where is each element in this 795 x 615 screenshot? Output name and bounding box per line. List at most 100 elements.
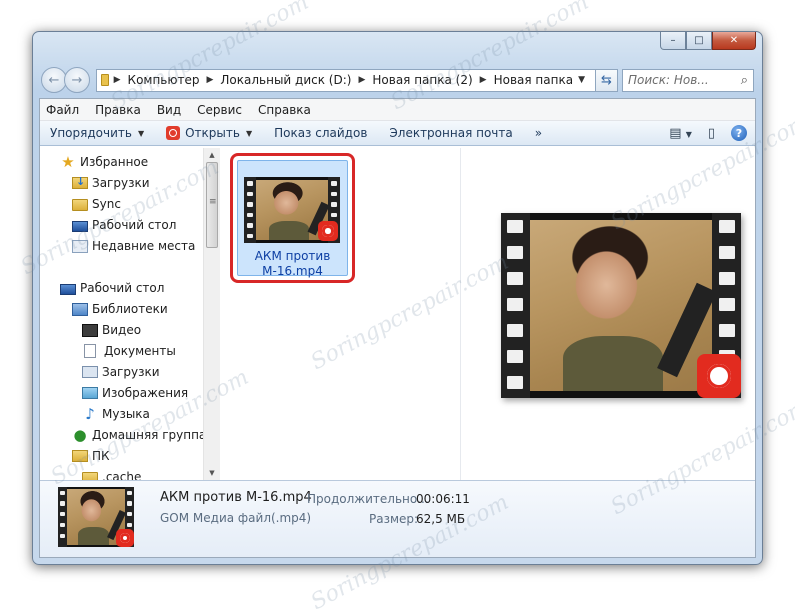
search-icon[interactable]: ⌕ <box>741 73 748 88</box>
maximize-button[interactable]: □ <box>686 32 712 50</box>
star-icon: ★ <box>61 153 75 171</box>
film-strip <box>501 213 530 398</box>
email-label: Электронная почта <box>389 126 513 140</box>
search-input[interactable]: Поиск: Нов... ⌕ <box>622 68 754 92</box>
nav-label: Изображения <box>102 386 189 400</box>
nav-label: Документы <box>104 344 176 358</box>
address-bar[interactable]: ▶ Компьютер ▶ Локальный диск (D:) ▶ Нова… <box>96 68 596 92</box>
nav-music[interactable]: ♪ Музыка <box>82 404 150 424</box>
menu-edit[interactable]: Правка <box>95 103 141 117</box>
music-note-icon: ♪ <box>85 405 95 423</box>
nav-favorites[interactable]: ★ Избранное <box>60 152 148 172</box>
minimize-button[interactable]: – <box>660 32 686 50</box>
nav-label: Загрузки <box>92 176 150 190</box>
nav-downloads-library[interactable]: Загрузки <box>82 362 160 382</box>
nav-libraries[interactable]: Библиотеки <box>72 299 168 319</box>
nav-label: Загрузки <box>102 365 160 379</box>
command-bar: Упорядочить ▼ Открыть ▼ Показ слайдов Эл… <box>40 121 755 146</box>
images-icon <box>82 387 98 399</box>
nav-recent-places[interactable]: Недавние места <box>72 236 195 256</box>
help-icon[interactable]: ? <box>731 125 747 141</box>
slideshow-label: Показ слайдов <box>274 126 368 140</box>
menu-file[interactable]: Файл <box>46 103 79 117</box>
navigation-pane: ★ Избранное Загрузки Sync Рабочий стол <box>40 148 220 480</box>
menu-bar: Файл Правка Вид Сервис Справка <box>40 99 755 121</box>
nav-cache[interactable]: .cache <box>82 467 141 480</box>
nav-desktop[interactable]: Рабочий стол <box>60 278 164 298</box>
more-commands-button[interactable]: » <box>535 126 542 140</box>
breadcrumb-computer[interactable]: Компьютер <box>128 73 200 87</box>
chevron-down-icon: ▼ <box>137 128 145 138</box>
navigation-scrollbar[interactable]: ▲ ▼ <box>203 148 220 480</box>
film-strip <box>58 487 68 547</box>
gom-player-icon <box>166 126 181 140</box>
chevron-right-icon[interactable]: ▶ <box>358 75 365 85</box>
organize-label: Упорядочить <box>50 126 132 140</box>
nav-homegroup[interactable]: ● Домашняя группа <box>72 425 206 445</box>
open-button[interactable]: Открыть ▼ <box>166 126 252 140</box>
chevron-down-icon[interactable]: ▼ <box>578 75 591 85</box>
file-list: АКМ против М-16.mp4 <box>220 148 460 480</box>
details-duration-value: 00:06:11 <box>416 492 470 506</box>
preview-pane <box>460 148 755 480</box>
explorer-body: Файл Правка Вид Сервис Справка Упорядочи… <box>39 98 756 558</box>
scroll-up-icon[interactable]: ▲ <box>204 148 220 162</box>
file-item[interactable]: АКМ против М-16.mp4 <box>237 160 348 278</box>
desktop-icon <box>60 283 76 295</box>
chevron-right-icon[interactable]: ▶ <box>480 75 487 85</box>
nav-label: Недавние места <box>92 239 196 253</box>
scrollbar-thumb[interactable] <box>206 162 218 248</box>
nav-label: ПК <box>92 449 110 463</box>
back-arrow-icon: ← <box>48 72 60 88</box>
breadcrumb-new-folder-2[interactable]: Новая папка (2) <box>372 73 472 87</box>
file-name-line: М-16.mp4 <box>262 264 323 278</box>
scroll-down-icon[interactable]: ▼ <box>204 466 220 480</box>
video-preview <box>501 213 741 398</box>
nav-sync[interactable]: Sync <box>72 194 121 214</box>
selection-highlight: АКМ против М-16.mp4 <box>230 153 355 283</box>
details-thumbnail <box>58 487 134 547</box>
homegroup-icon: ● <box>73 426 87 444</box>
content-area: ★ Избранное Загрузки Sync Рабочий стол <box>40 148 755 480</box>
details-file-name: АКМ против М-16.mp4 <box>160 490 312 505</box>
menu-view[interactable]: Вид <box>157 103 181 117</box>
forward-arrow-icon: → <box>71 72 83 88</box>
recent-places-icon <box>72 239 88 253</box>
nav-pc[interactable]: ПК <box>72 446 110 466</box>
nav-images[interactable]: Изображения <box>82 383 188 403</box>
open-label: Открыть <box>185 126 240 140</box>
nav-label: Библиотеки <box>92 302 168 316</box>
nav-label: Рабочий стол <box>92 218 177 232</box>
breadcrumb-local-disk[interactable]: Локальный диск (D:) <box>220 73 351 87</box>
organize-button[interactable]: Упорядочить ▼ <box>50 126 144 140</box>
menu-help[interactable]: Справка <box>258 103 311 117</box>
search-placeholder: Поиск: Нов... <box>628 73 709 87</box>
view-options-icon[interactable]: ▤ ▼ <box>669 126 692 141</box>
chevron-down-icon[interactable]: ▼ <box>246 129 252 138</box>
nav-desktop-favorite[interactable]: Рабочий стол <box>72 215 176 235</box>
chevron-right-icon[interactable]: ▶ <box>206 75 213 85</box>
details-size-label: Размер: <box>369 512 419 526</box>
libraries-icon <box>72 302 88 316</box>
toolbar-right: ▤ ▼ ▯ ? <box>669 125 755 141</box>
chevron-right-icon[interactable]: ▶ <box>114 75 121 85</box>
breadcrumb-new-folder[interactable]: Новая папка <box>494 73 573 87</box>
refresh-button[interactable]: ⇆ <box>596 68 618 92</box>
nav-video[interactable]: Видео <box>82 320 141 340</box>
preview-pane-icon[interactable]: ▯ <box>708 126 715 141</box>
desktop-icon <box>72 220 88 232</box>
nav-documents[interactable]: Документы <box>84 341 176 361</box>
nav-downloads[interactable]: Загрузки <box>72 173 150 193</box>
nav-label: .cache <box>102 470 142 480</box>
nav-label: Домашняя группа <box>92 428 207 442</box>
forward-button[interactable]: → <box>64 67 90 93</box>
file-name-line: АКМ против <box>254 249 331 263</box>
menu-tools[interactable]: Сервис <box>197 103 242 117</box>
documents-icon <box>84 344 96 358</box>
nav-label: Музыка <box>102 407 150 421</box>
email-button[interactable]: Электронная почта <box>389 126 512 140</box>
close-button[interactable]: ✕ <box>712 32 756 50</box>
nav-label: Избранное <box>80 155 149 169</box>
slideshow-button[interactable]: Показ слайдов <box>274 126 367 140</box>
gom-player-icon <box>116 529 134 547</box>
